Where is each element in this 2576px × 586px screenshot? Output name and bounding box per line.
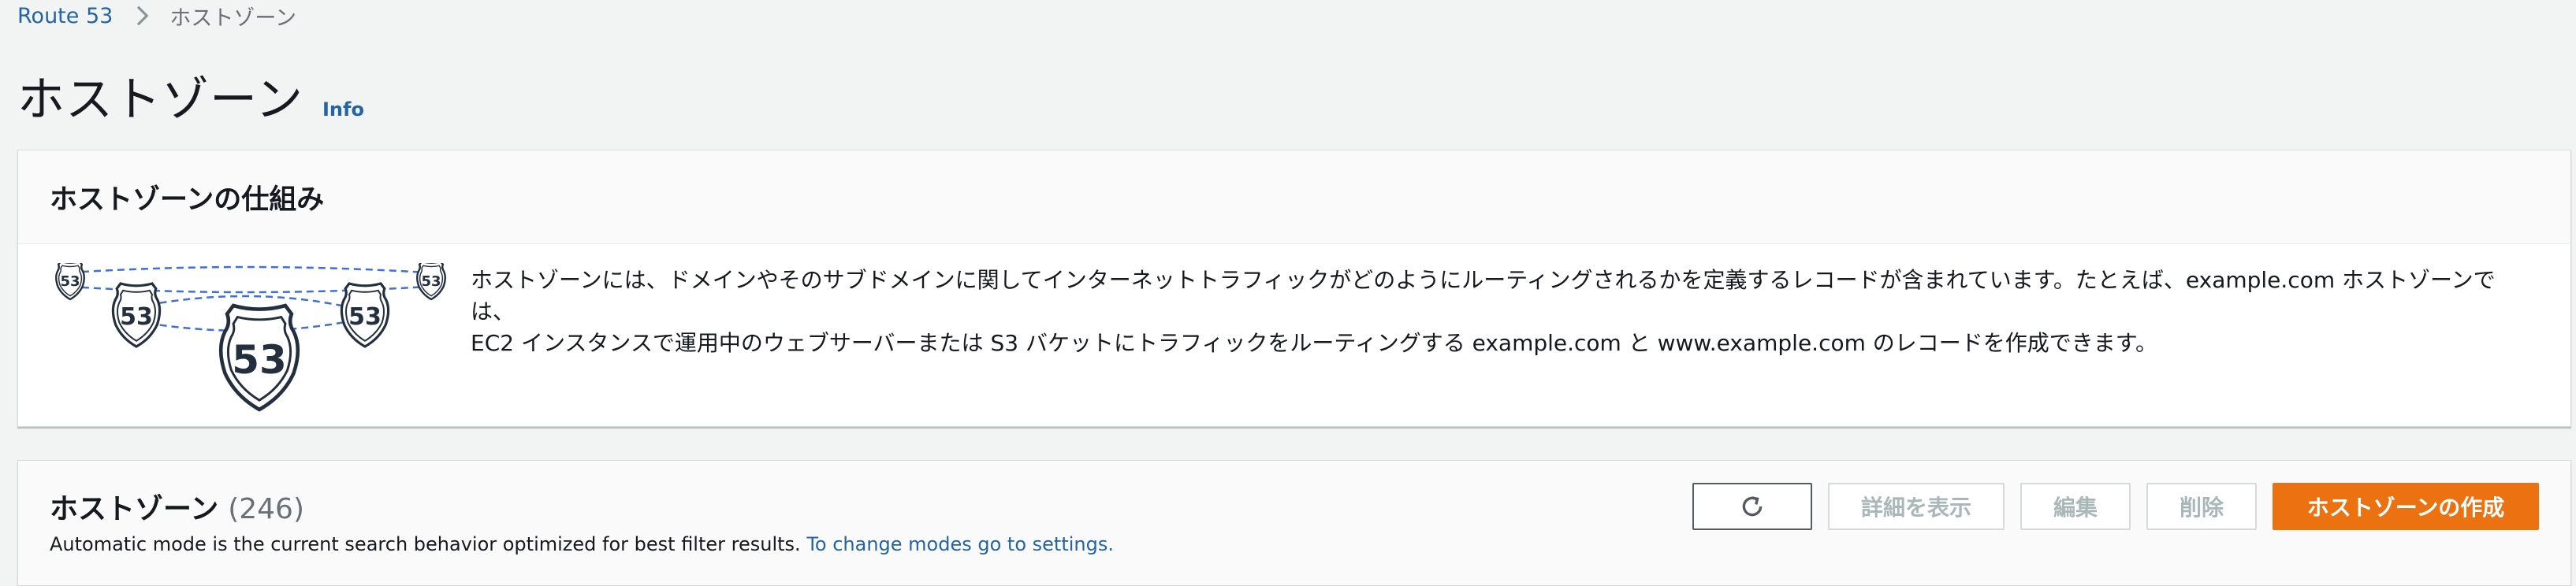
delete-button[interactable]: 削除 <box>2146 483 2257 530</box>
hosted-zones-header: ホストゾーン (246) <box>50 486 304 527</box>
page-title: ホストゾーン <box>17 72 303 128</box>
hosted-zones-count: (246) <box>228 493 305 525</box>
hosted-zones-actions: 詳細を表示 編集 削除 ホストゾーンの作成 <box>1677 483 2539 530</box>
shield-number: 53 <box>232 337 287 383</box>
refresh-button[interactable] <box>1692 483 1812 530</box>
description-line-2: EC2 インスタンスで運用中のウェブサーバーまたは S3 バケットにトラフィック… <box>471 330 2157 356</box>
breadcrumb-route53-link[interactable]: Route 53 <box>17 4 113 28</box>
breadcrumb-current: ホストゾーン <box>169 6 296 31</box>
refresh-icon <box>1742 496 1763 517</box>
settings-link[interactable]: To change modes go to settings. <box>806 533 1114 555</box>
shield-number: 53 <box>348 303 382 331</box>
shield-number: 53 <box>421 273 441 290</box>
route-53-shields-illustration: 53 53 53 53 53 <box>50 263 452 413</box>
description-line-1: ホストゾーンには、ドメインやそのサブドメインに関してインターネットトラフィックが… <box>471 267 2496 325</box>
chevron-right-icon <box>137 6 149 26</box>
breadcrumb: Route 53 ホストゾーン <box>17 0 296 32</box>
how-it-works-body: 53 53 53 53 53 ホストゾーンには、ドメインやそのサブドメインに関し… <box>18 244 2570 427</box>
how-it-works-header: ホストゾーンの仕組み <box>18 150 2570 244</box>
hosted-zones-panel: ホストゾーン (246) Automatic mode is the curre… <box>17 460 2571 586</box>
view-details-button[interactable]: 詳細を表示 <box>1828 483 2005 530</box>
search-mode-text: Automatic mode is the current search beh… <box>50 533 801 555</box>
how-it-works-description: ホストゾーンには、ドメインやそのサブドメインに関してインターネットトラフィックが… <box>471 265 2523 359</box>
shield-number: 53 <box>60 273 80 290</box>
edit-button[interactable]: 編集 <box>2020 483 2131 530</box>
hosted-zones-title: ホストゾーン <box>50 493 219 525</box>
info-link[interactable]: Info <box>322 98 364 121</box>
search-mode-description: Automatic mode is the current search beh… <box>50 533 1114 555</box>
how-it-works-panel: ホストゾーンの仕組み 53 53 53 53 53 ホストゾーンには、ドメインや… <box>17 150 2571 427</box>
how-it-works-title: ホストゾーンの仕組み <box>50 184 325 216</box>
shield-number: 53 <box>120 303 153 331</box>
create-hosted-zone-button[interactable]: ホストゾーンの作成 <box>2273 483 2539 530</box>
page-header: ホストゾーン Info <box>17 61 364 130</box>
